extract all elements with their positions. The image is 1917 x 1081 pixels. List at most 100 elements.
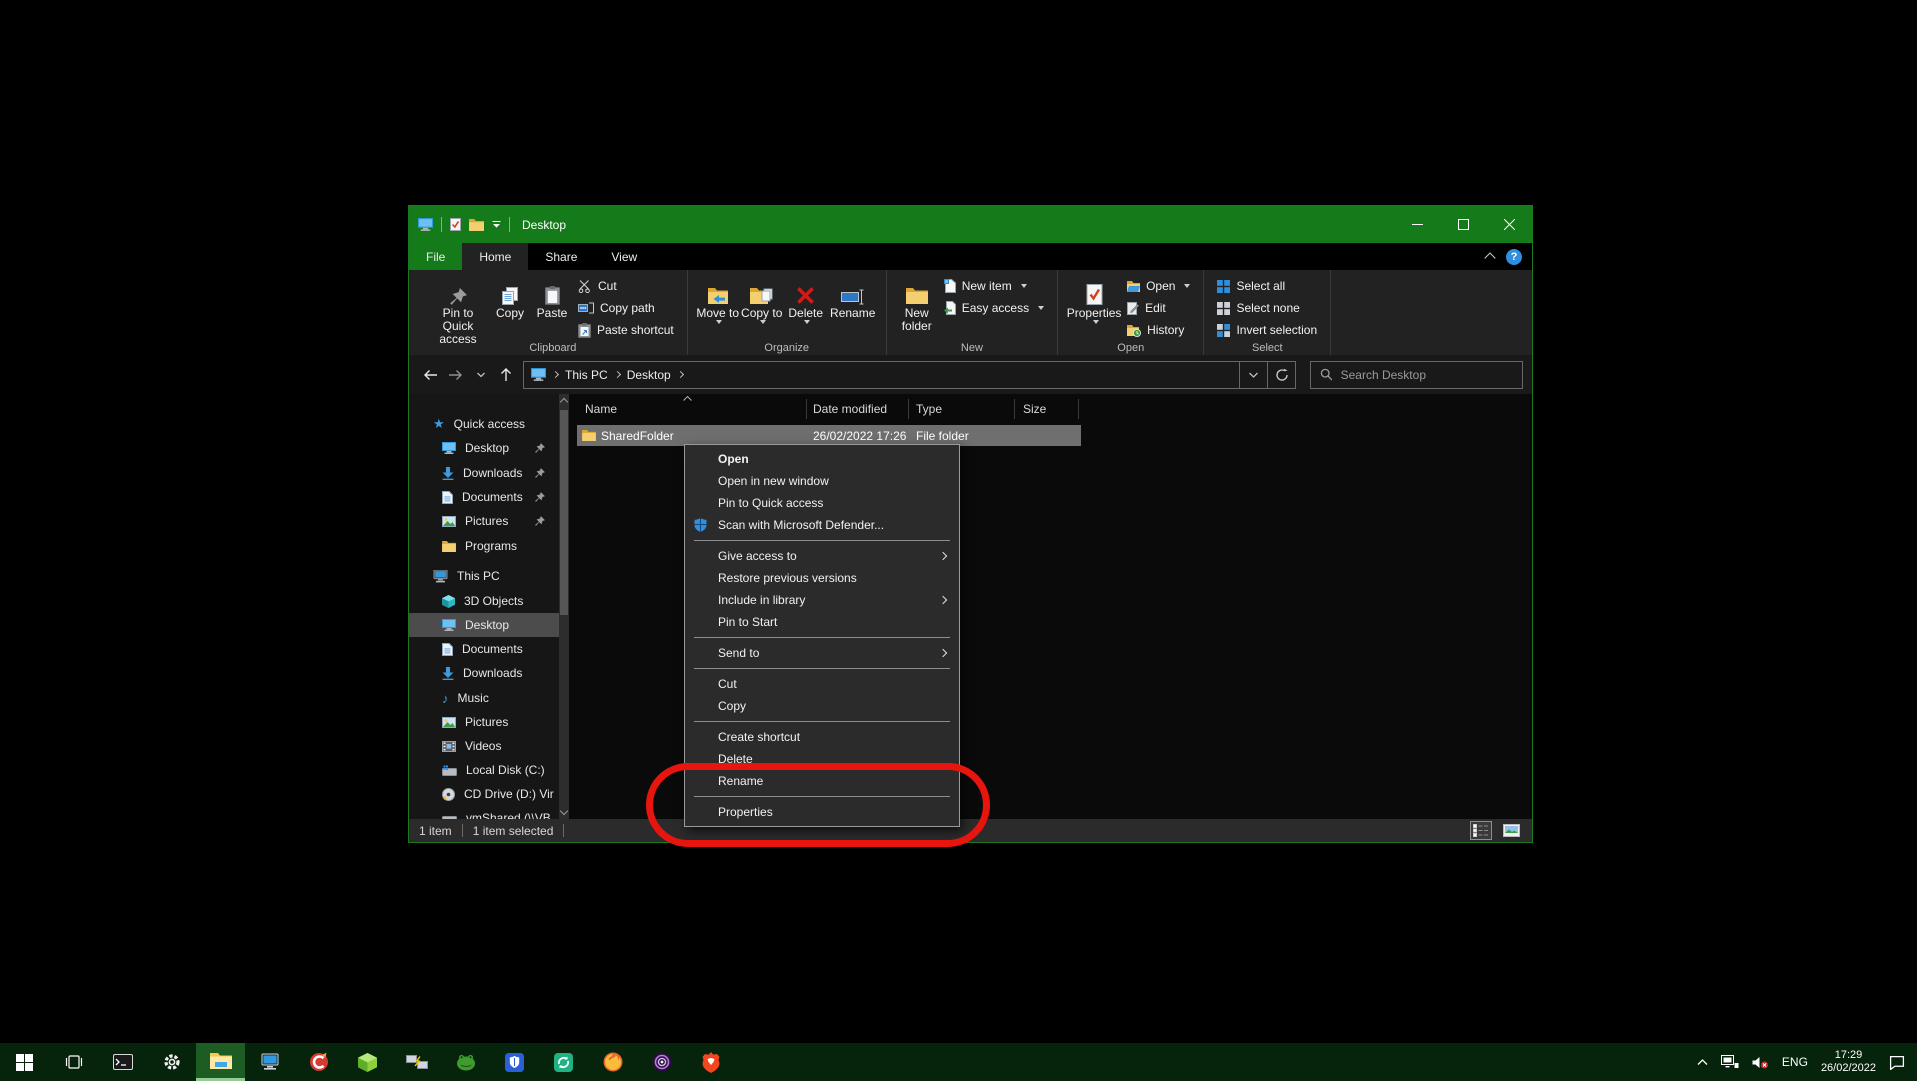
sidebar-item-documents-qa[interactable]: Documents [409, 485, 559, 509]
sidebar-item-local-disk-c[interactable]: Local Disk (C:) [409, 758, 559, 782]
sidebar-item-pictures-qa[interactable]: Pictures [409, 509, 559, 533]
easy-access-button[interactable]: Easy access [939, 297, 1049, 319]
volume-muted-icon[interactable] [1752, 1056, 1769, 1069]
menu-item-delete[interactable]: Delete [685, 748, 959, 770]
paste-shortcut-button[interactable]: Paste shortcut [573, 319, 679, 341]
details-view-button[interactable] [1470, 821, 1492, 840]
brave-button[interactable] [686, 1043, 735, 1081]
address-dropdown-button[interactable] [1240, 361, 1268, 389]
taskbar-clock[interactable]: 17:29 26/02/2022 [1821, 1049, 1876, 1075]
refresh-button[interactable] [1268, 361, 1296, 389]
tab-file[interactable]: File [409, 243, 462, 270]
firefox-button[interactable] [588, 1043, 637, 1081]
column-header-type[interactable]: Type [916, 394, 942, 423]
hidden-icons-chevron[interactable] [1697, 1059, 1708, 1066]
sidebar-item-pictures[interactable]: Pictures [409, 710, 559, 734]
column-divider[interactable] [908, 399, 909, 419]
rename-button[interactable]: Rename [828, 272, 878, 320]
breadcrumb-chevron-icon[interactable] [552, 371, 559, 378]
tab-home[interactable]: Home [462, 243, 528, 270]
task-view-button[interactable] [49, 1043, 98, 1081]
copy-button[interactable]: Copy [489, 272, 531, 320]
settings-button[interactable] [147, 1043, 196, 1081]
sidebar-item-desktop[interactable]: Desktop [409, 613, 559, 637]
menu-item-pin-to-start[interactable]: Pin to Start [685, 611, 959, 633]
forward-button[interactable] [443, 362, 468, 388]
maximize-button[interactable] [1440, 206, 1486, 243]
sync-app-button[interactable] [539, 1043, 588, 1081]
menu-item-create-shortcut[interactable]: Create shortcut [685, 726, 959, 748]
file-explorer-button[interactable] [196, 1043, 245, 1081]
sidebar-item-desktop-qa[interactable]: Desktop [409, 436, 559, 460]
search-box[interactable] [1310, 361, 1523, 389]
delete-button[interactable]: Delete [784, 272, 828, 324]
select-none-button[interactable]: Select none [1212, 297, 1322, 319]
sidebar-item-downloads-qa[interactable]: Downloads [409, 461, 559, 485]
sidebar-item-documents[interactable]: Documents [409, 637, 559, 661]
paste-button[interactable]: Paste [531, 272, 573, 320]
sidebar-item-quick-access[interactable]: ★ Quick access [409, 412, 559, 436]
collapse-ribbon-icon[interactable] [1484, 252, 1495, 263]
new-folder-button[interactable]: New folder [895, 272, 939, 333]
column-header-name[interactable]: Name [585, 394, 617, 423]
command-prompt-button[interactable] [98, 1043, 147, 1081]
properties-check-icon[interactable] [450, 218, 461, 231]
breadcrumb-chevron-icon[interactable] [677, 371, 684, 378]
menu-item-restore-previous-versions[interactable]: Restore previous versions [685, 567, 959, 589]
menu-item-give-access-to[interactable]: Give access to [685, 545, 959, 567]
column-divider[interactable] [806, 399, 807, 419]
recent-locations-icon[interactable] [468, 362, 493, 388]
this-pc-button[interactable] [245, 1043, 294, 1081]
help-icon[interactable]: ? [1506, 249, 1522, 265]
cut-button[interactable]: Cut [573, 275, 679, 297]
bitwarden-button[interactable] [490, 1043, 539, 1081]
history-button[interactable]: History [1122, 319, 1195, 341]
new-folder-qat-icon[interactable] [469, 219, 484, 231]
menu-item-send-to[interactable]: Send to [685, 642, 959, 664]
breadcrumb-desktop[interactable]: Desktop [627, 368, 671, 382]
move-to-button[interactable]: Move to [696, 272, 740, 324]
scroll-down-icon[interactable] [560, 807, 568, 815]
up-button[interactable] [493, 362, 518, 388]
tab-share[interactable]: Share [528, 243, 594, 270]
sidebar-item-downloads[interactable]: Downloads [409, 661, 559, 685]
sidebar-item-3d-objects[interactable]: 3D Objects [409, 589, 559, 613]
tor-browser-button[interactable] [637, 1043, 686, 1081]
close-button[interactable] [1486, 206, 1532, 243]
menu-item-include-in-library[interactable]: Include in library [685, 589, 959, 611]
minimize-button[interactable] [1394, 206, 1440, 243]
menu-item-open[interactable]: Open [685, 448, 959, 470]
properties-button[interactable]: Properties [1066, 272, 1122, 324]
new-item-button[interactable]: New item [939, 275, 1049, 297]
column-divider[interactable] [1014, 399, 1015, 419]
sidebar-item-cd-drive-d[interactable]: CD Drive (D:) Vir [409, 782, 559, 806]
back-button[interactable] [418, 362, 443, 388]
address-field[interactable]: This PC Desktop [523, 361, 1240, 389]
menu-item-properties[interactable]: Properties [685, 801, 959, 823]
menu-item-pin-to-quick-access[interactable]: Pin to Quick access [685, 492, 959, 514]
menu-item-scan-with-defender[interactable]: Scan with Microsoft Defender... [685, 514, 959, 536]
tab-view[interactable]: View [594, 243, 654, 270]
language-indicator[interactable]: ENG [1782, 1055, 1808, 1069]
sidebar-item-music[interactable]: ♪ Music [409, 686, 559, 710]
action-center-icon[interactable] [1889, 1055, 1905, 1070]
copy-path-button[interactable]: Copy path [573, 297, 679, 319]
sidebar-item-programs[interactable]: Programs [409, 534, 559, 558]
scrollbar-thumb[interactable] [560, 410, 568, 615]
open-button[interactable]: Open [1122, 275, 1195, 297]
invert-selection-button[interactable]: Invert selection [1212, 319, 1322, 341]
virtualbox-button[interactable] [343, 1043, 392, 1081]
select-all-button[interactable]: Select all [1212, 275, 1322, 297]
title-bar[interactable]: Desktop [409, 206, 1532, 243]
sidebar-item-this-pc[interactable]: This PC [409, 564, 559, 588]
menu-item-open-in-new-window[interactable]: Open in new window [685, 470, 959, 492]
scroll-up-icon[interactable] [560, 398, 568, 406]
menu-item-cut[interactable]: Cut [685, 673, 959, 695]
ccleaner-button[interactable] [294, 1043, 343, 1081]
column-header-size[interactable]: Size [1023, 394, 1046, 423]
antispyware-button[interactable] [441, 1043, 490, 1081]
breadcrumb-this-pc[interactable]: This PC [565, 368, 608, 382]
search-input[interactable] [1341, 368, 1513, 382]
remote-desktop-button[interactable] [392, 1043, 441, 1081]
column-divider[interactable] [1078, 399, 1079, 419]
